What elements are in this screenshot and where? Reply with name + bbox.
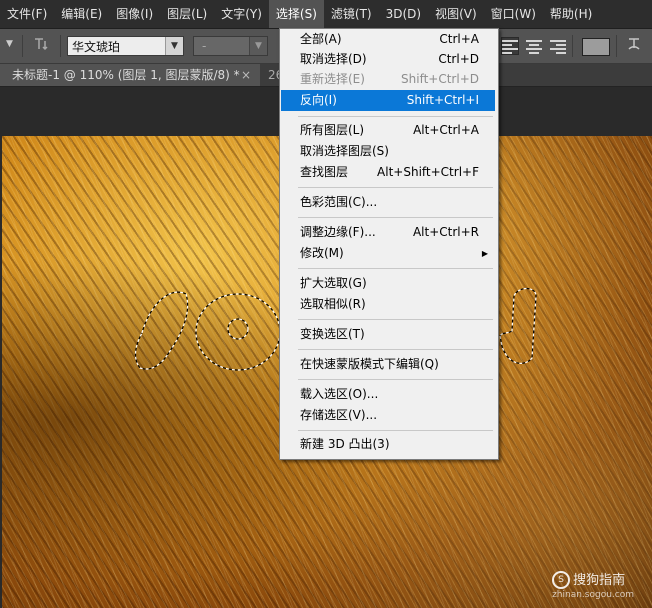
menu-item-grow[interactable]: 扩大选取(G) [280, 273, 496, 294]
menu-item-label: 扩大选取(G) [300, 276, 367, 290]
menu-item-shortcut: Ctrl+A [439, 32, 479, 46]
sogou-logo-icon: S [552, 571, 571, 589]
menu-filter[interactable]: 滤镜(T) [324, 0, 379, 28]
select-menu-dropdown: 全部(A) Ctrl+A 取消选择(D) Ctrl+D 重新选择(E) Shif… [279, 28, 499, 460]
font-family-select[interactable]: 华文琥珀 ▼ [67, 36, 184, 56]
menu-item-label: 所有图层(L) [300, 123, 365, 137]
menu-item-shortcut: Alt+Shift+Ctrl+F [377, 165, 479, 179]
menu-item-label: 取消选择图层(S) [300, 144, 389, 158]
text-color-swatch[interactable] [582, 38, 610, 56]
menu-edit[interactable]: 编辑(E) [54, 0, 109, 28]
menu-item-label: 新建 3D 凸出(3) [300, 437, 390, 451]
menu-window[interactable]: 窗口(W) [484, 0, 543, 28]
document-tab-title: 未标题-1 @ 110% (图层 1, 图层蒙版/8) * [12, 68, 240, 82]
menu-bar: 文件(F) 编辑(E) 图像(I) 图层(L) 文字(Y) 选择(S) 滤镜(T… [0, 0, 652, 29]
menu-separator [298, 268, 493, 269]
menu-item-inverse[interactable]: 反向(I) Shift+Ctrl+I [281, 90, 495, 111]
font-style-value: - [202, 39, 207, 53]
menu-separator [298, 116, 493, 117]
separator [572, 35, 573, 57]
chevron-down-icon[interactable]: ▼ [249, 37, 267, 55]
align-right-icon[interactable] [550, 38, 566, 54]
menu-item-deselect[interactable]: 取消选择(D) Ctrl+D [280, 49, 496, 70]
menu-separator [298, 430, 493, 431]
menu-item-all-layers[interactable]: 所有图层(L) Alt+Ctrl+A [280, 120, 496, 141]
menu-separator [298, 187, 493, 188]
menu-item-label: 重新选择(E) [300, 72, 365, 86]
menu-item-quick-mask[interactable]: 在快速蒙版模式下编辑(Q) [280, 354, 496, 375]
menu-item-label: 在快速蒙版模式下编辑(Q) [300, 357, 439, 371]
menu-item-shortcut: Shift+Ctrl+D [401, 72, 479, 86]
menu-select[interactable]: 选择(S) [268, 0, 324, 28]
menu-item-label: 查找图层 [300, 165, 349, 179]
watermark-site: zhinan.sogou.com [552, 590, 634, 600]
font-style-select[interactable]: - ▼ [193, 36, 268, 56]
menu-item-label: 全部(A) [300, 32, 342, 46]
warp-text-icon[interactable] [626, 36, 642, 56]
menu-item-transform-selection[interactable]: 变换选区(T) [280, 324, 496, 345]
menu-separator [298, 319, 493, 320]
menu-view[interactable]: 视图(V) [428, 0, 484, 28]
menu-item-shortcut: Alt+Ctrl+R [412, 225, 479, 239]
watermark: S 搜狗指南 zhinan.sogou.com [552, 569, 634, 600]
separator [616, 35, 617, 57]
menu-separator [298, 379, 493, 380]
separator [60, 35, 61, 57]
menu-item-select-all[interactable]: 全部(A) Ctrl+A [280, 29, 496, 50]
menu-separator [298, 217, 493, 218]
menu-help[interactable]: 帮助(H) [543, 0, 599, 28]
menu-item-color-range[interactable]: 色彩范围(C)... [280, 192, 496, 213]
separator [22, 35, 23, 57]
close-icon[interactable]: × [241, 64, 251, 86]
menu-item-deselect-layers[interactable]: 取消选择图层(S) [280, 141, 496, 162]
chevron-down-icon[interactable]: ▼ [165, 37, 183, 55]
font-family-value: 华文琥珀 [72, 40, 121, 54]
menu-separator [298, 349, 493, 350]
align-center-icon[interactable] [526, 38, 542, 54]
document-tab-active[interactable]: 未标题-1 @ 110% (图层 1, 图层蒙版/8) * × [0, 64, 260, 86]
menu-item-find-layers[interactable]: 查找图层 Alt+Shift+Ctrl+F [280, 162, 496, 183]
menu-item-label: 修改(M) [300, 246, 344, 260]
menu-item-label: 调整边缘(F)... [300, 225, 376, 239]
menu-item-label: 取消选择(D) [300, 52, 367, 66]
menu-type[interactable]: 文字(Y) [214, 0, 269, 28]
menu-item-shortcut: Shift+Ctrl+I [406, 93, 479, 107]
menu-item-label: 反向(I) [300, 93, 337, 107]
menu-item-shortcut: Alt+Ctrl+A [413, 123, 479, 137]
watermark-brand: 搜狗指南 [573, 572, 626, 588]
menu-layer[interactable]: 图层(L) [160, 0, 214, 28]
menu-item-modify[interactable]: 修改(M) ▶ [280, 243, 496, 264]
menu-item-similar[interactable]: 选取相似(R) [280, 294, 496, 315]
menu-item-reselect: 重新选择(E) Shift+Ctrl+D [280, 69, 496, 90]
menu-item-label: 选取相似(R) [300, 297, 366, 311]
menu-item-shortcut: Ctrl+D [438, 52, 479, 66]
menu-item-label: 色彩范围(C)... [300, 195, 378, 209]
submenu-arrow-icon: ▶ [481, 249, 488, 258]
tool-preset-arrow-icon[interactable]: ▼ [6, 39, 13, 49]
menu-item-label: 存储选区(V)... [300, 408, 378, 422]
text-orientation-icon[interactable] [30, 35, 52, 57]
menu-item-label: 变换选区(T) [300, 327, 365, 341]
align-left-icon[interactable] [501, 37, 519, 55]
menu-item-label: 载入选区(O)... [300, 387, 379, 401]
menu-item-save-selection[interactable]: 存储选区(V)... [280, 405, 496, 426]
menu-item-refine-edge[interactable]: 调整边缘(F)... Alt+Ctrl+R [280, 222, 496, 243]
menu-item-new-3d-extrusion[interactable]: 新建 3D 凸出(3) [280, 434, 496, 455]
menu-item-load-selection[interactable]: 载入选区(O)... [280, 384, 496, 405]
menu-file[interactable]: 文件(F) [0, 0, 54, 28]
menu-3d[interactable]: 3D(D) [379, 0, 428, 28]
menu-image[interactable]: 图像(I) [109, 0, 160, 28]
